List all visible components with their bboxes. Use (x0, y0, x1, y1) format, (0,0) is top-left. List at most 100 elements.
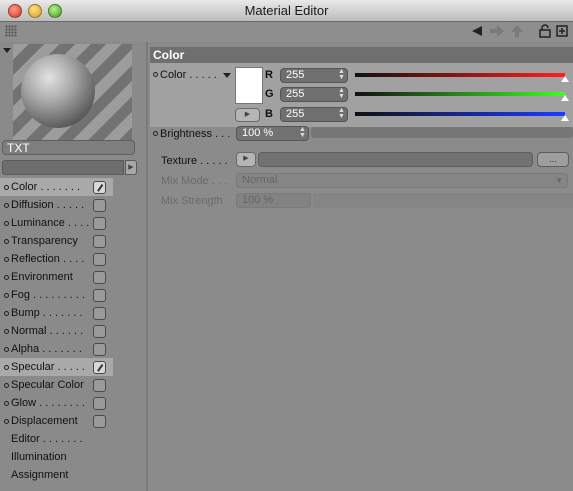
channel-item[interactable]: Diffusion . . . . . (0, 196, 146, 214)
b-slider[interactable] (355, 112, 569, 121)
b-value-field[interactable]: 255 ▲ ▼ (280, 107, 348, 122)
channel-item[interactable]: Normal . . . . . . (0, 322, 146, 340)
stepper-icon[interactable]: ▲ ▼ (338, 107, 345, 120)
channel-dot (4, 221, 9, 226)
mix-mode-value: Normal (242, 174, 278, 186)
keyframe-dot[interactable] (153, 131, 158, 136)
r-slider[interactable] (355, 73, 569, 82)
channel-label: Alpha . . . . . . . (11, 343, 82, 355)
channel-checkbox[interactable] (93, 307, 106, 320)
empty-field[interactable] (2, 160, 124, 175)
brightness-slider[interactable] (311, 127, 573, 138)
channel-item[interactable]: Fog . . . . . . . . . (0, 286, 146, 304)
channel-label: Bump . . . . . . . (11, 307, 83, 319)
texture-browse-button[interactable]: ... (537, 152, 569, 167)
channel-item[interactable]: Editor . . . . . . . (0, 430, 146, 448)
title-bar[interactable]: Material Editor (0, 0, 573, 22)
channel-checkbox[interactable] (93, 415, 106, 428)
channel-item[interactable]: Environment (0, 268, 146, 286)
channel-checkbox[interactable] (93, 235, 106, 248)
color-swatch[interactable] (235, 67, 263, 104)
channel-item[interactable]: Illumination (0, 448, 146, 466)
g-slider[interactable] (355, 92, 569, 101)
back-arrow-icon[interactable] (470, 24, 484, 40)
b-slider-knob[interactable] (561, 115, 569, 121)
window-title: Material Editor (244, 3, 329, 18)
channel-dot (4, 383, 9, 388)
play-arrow-icon[interactable]: ▶ (125, 160, 137, 175)
channel-checkbox[interactable] (93, 181, 106, 194)
color-label: Color . . . . . (160, 69, 217, 81)
channel-label: Editor . . . . . . . (11, 433, 83, 445)
channel-checkbox[interactable] (93, 199, 106, 212)
r-value: 255 (286, 69, 305, 81)
channel-dot (4, 365, 9, 370)
g-label: G (265, 88, 274, 100)
texture-field[interactable] (258, 152, 533, 167)
right-panel: Color Color . . . . . ▶ R 255 ▲ ▼ G 255 ▲… (148, 42, 573, 491)
new-window-icon[interactable] (556, 24, 568, 40)
channel-item[interactable]: Reflection . . . . (0, 250, 146, 268)
channel-checkbox[interactable] (93, 361, 106, 374)
up-arrow-icon[interactable] (510, 24, 524, 40)
channel-label: Illumination (11, 451, 67, 463)
grip-icon[interactable] (5, 25, 17, 37)
channel-checkbox[interactable] (93, 343, 106, 356)
channel-item[interactable]: Transparency (0, 232, 146, 250)
material-name-field[interactable]: TXT (2, 140, 135, 155)
channel-checkbox[interactable] (93, 271, 106, 284)
section-header: Color (150, 47, 573, 63)
channel-dot (4, 185, 9, 190)
preview-menu-triangle-icon[interactable] (3, 48, 11, 53)
channel-item[interactable]: Specular . . . . . (0, 358, 113, 376)
g-value-field[interactable]: 255 ▲ ▼ (280, 87, 348, 102)
channel-item[interactable]: Specular Color (0, 376, 146, 394)
stepper-icon[interactable]: ▲ ▼ (338, 68, 345, 81)
brightness-field[interactable]: 100 % ▲ ▼ (236, 126, 309, 141)
r-value-field[interactable]: 255 ▲ ▼ (280, 68, 348, 83)
channel-checkbox[interactable] (93, 253, 106, 266)
channel-item[interactable]: Bump . . . . . . . (0, 304, 146, 322)
brightness-label: Brightness . . . (160, 128, 231, 140)
g-slider-knob[interactable] (561, 95, 569, 101)
channel-item[interactable]: Assignment (0, 466, 146, 484)
r-slider-knob[interactable] (561, 76, 569, 82)
channel-checkbox[interactable] (93, 217, 106, 230)
color-picker-button[interactable]: ▶ (235, 108, 260, 122)
stepper-icon[interactable]: ▲ ▼ (338, 87, 345, 100)
mix-mode-dropdown[interactable]: Normal ▼ (236, 173, 568, 188)
material-preview[interactable] (13, 44, 132, 141)
channel-dot (4, 311, 9, 316)
channel-checkbox[interactable] (93, 379, 106, 392)
r-label: R (265, 69, 273, 81)
channel-item[interactable]: Luminance . . . . (0, 214, 146, 232)
mix-mode-label: Mix Mode . . . (161, 175, 228, 187)
channel-checkbox[interactable] (93, 289, 106, 302)
channel-item[interactable]: Color . . . . . . . (0, 178, 113, 196)
channel-item[interactable]: Glow . . . . . . . . (0, 394, 146, 412)
channel-checkbox[interactable] (93, 325, 106, 338)
channel-dot (4, 401, 9, 406)
channel-label: Color . . . . . . . (11, 181, 81, 193)
channel-label: Diffusion . . . . . (11, 199, 85, 211)
channel-dot (4, 347, 9, 352)
channel-item[interactable]: Alpha . . . . . . . (0, 340, 146, 358)
channel-item[interactable]: Displacement (0, 412, 146, 430)
mix-strength-slider[interactable] (313, 193, 573, 208)
channel-label: Normal . . . . . . (11, 325, 84, 337)
mix-strength-field[interactable]: 100 % (236, 193, 311, 208)
channel-list: Color . . . . . . . Diffusion . . . . . Lu… (0, 178, 146, 484)
material-editor-window: Material Editor TXT ▶ Color . . . . . . … (0, 0, 573, 491)
channel-dot (4, 257, 9, 262)
forward-arrow-icon[interactable] (488, 24, 506, 40)
channel-dot (4, 275, 9, 280)
channel-checkbox[interactable] (93, 397, 106, 410)
lock-icon[interactable] (539, 24, 551, 40)
texture-menu-button[interactable]: ▶ (236, 152, 256, 167)
color-menu-triangle-icon[interactable] (223, 73, 231, 78)
channel-label: Assignment (11, 469, 69, 481)
keyframe-dot[interactable] (153, 72, 158, 77)
stepper-icon[interactable]: ▲ ▼ (299, 126, 306, 139)
mix-strength-label: Mix Strength (161, 195, 223, 207)
channel-label: Luminance . . . . (11, 217, 90, 229)
